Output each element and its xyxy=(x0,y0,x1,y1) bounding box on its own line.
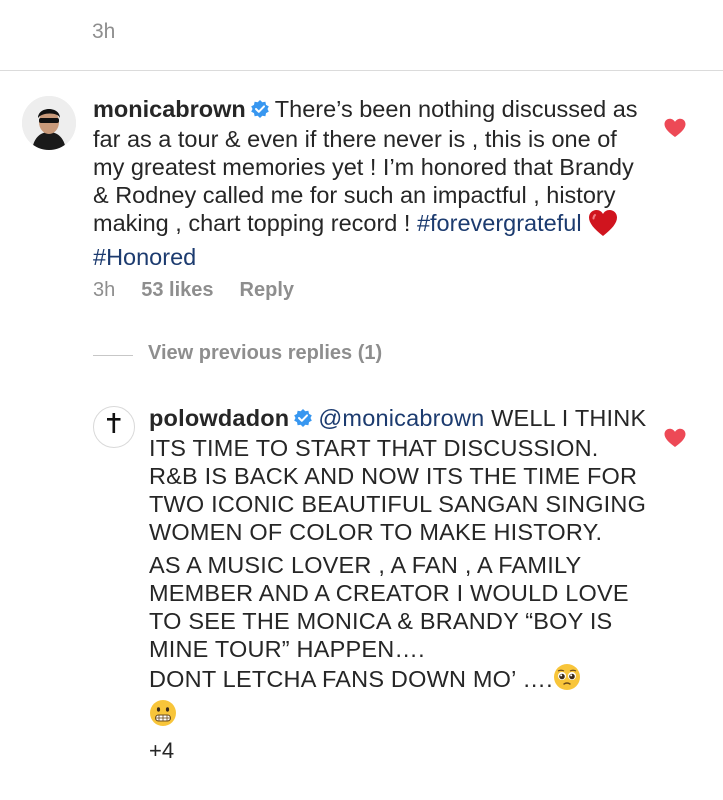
comment-meta: 3h 53 likes Reply xyxy=(93,279,320,302)
heart-icon[interactable] xyxy=(664,428,686,453)
avatar[interactable] xyxy=(93,406,135,448)
reply-button[interactable]: Reply xyxy=(240,279,294,301)
mention-link[interactable]: @monicabrown xyxy=(318,405,484,431)
more-count: +4 xyxy=(149,738,175,763)
avatar[interactable] xyxy=(22,96,76,150)
likes-count[interactable]: 53 likes xyxy=(141,279,213,301)
divider xyxy=(0,70,723,71)
verified-badge-icon xyxy=(293,406,313,434)
hashtag-forevergrateful[interactable]: #forevergrateful xyxy=(417,210,582,236)
username[interactable]: polowdadon xyxy=(149,405,289,431)
profile-photo-monicabrown xyxy=(22,96,76,150)
replies-divider-line xyxy=(93,355,133,356)
comment-text: monicabrown There’s been nothing discusse… xyxy=(93,95,653,271)
view-previous-replies-button[interactable]: View previous replies (1) xyxy=(148,342,382,365)
verified-badge-icon xyxy=(250,97,270,125)
previous-comment-time: 3h xyxy=(92,20,116,43)
red-heart-emoji xyxy=(588,209,618,243)
username[interactable]: monicabrown xyxy=(93,96,246,122)
heart-icon[interactable] xyxy=(664,118,686,143)
reply-body-paragraph-2: AS A MUSIC LOVER , A FAN , A FAMILY MEMB… xyxy=(149,552,629,662)
comment-time: 3h xyxy=(93,279,116,301)
cross-logo-icon xyxy=(107,413,121,433)
reply-body-paragraph-3: DONT LETCHA FANS DOWN MO’ …. xyxy=(149,666,553,692)
grimacing-face-emoji xyxy=(149,699,177,733)
pleading-face-emoji xyxy=(553,663,581,697)
reply-text: polowdadon @monicabrown WELL I THINK ITS … xyxy=(149,404,649,765)
hashtag-honored[interactable]: #Honored xyxy=(93,244,196,270)
